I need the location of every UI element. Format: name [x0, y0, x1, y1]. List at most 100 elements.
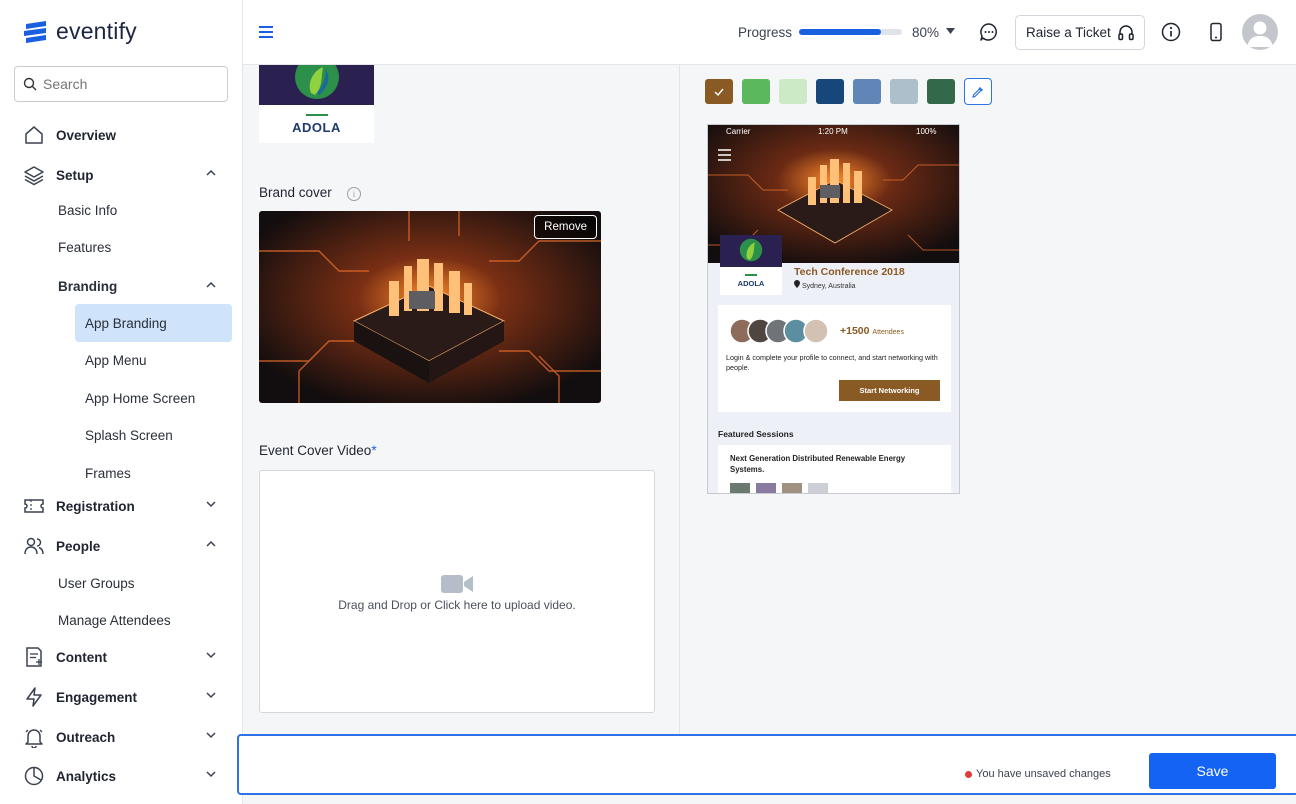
home-icon	[22, 123, 46, 147]
mobile-app-preview: Carrier 1:20 PM 100% ADOLA Tech Conferen…	[707, 124, 960, 494]
status-battery: 100%	[916, 127, 937, 136]
info-icon[interactable]	[1159, 20, 1183, 44]
color-swatch[interactable]	[890, 79, 918, 104]
save-button[interactable]: Save	[1149, 753, 1276, 789]
progress-bar	[799, 29, 902, 35]
app-logo[interactable]: eventify	[22, 18, 137, 45]
sidebar-item-setup[interactable]: Setup	[0, 158, 243, 192]
sidebar-item-app-home-screen[interactable]: App Home Screen	[0, 381, 243, 415]
mobile-preview-icon[interactable]	[1204, 20, 1228, 44]
progress-percent: 80%	[912, 25, 940, 40]
video-upload-dropzone[interactable]: Drag and Drop or Click here to upload vi…	[259, 470, 655, 713]
chevron-down-icon	[206, 771, 216, 778]
video-label-text: Event Cover Video	[259, 443, 372, 458]
hamburger-menu-icon[interactable]	[259, 24, 273, 40]
color-picker-button[interactable]	[964, 78, 992, 105]
preview-event-title: Tech Conference 2018	[794, 266, 905, 278]
sidebar-item-outreach[interactable]: Outreach	[0, 720, 243, 754]
eventify-logo-icon	[24, 20, 46, 43]
sidebar-item-analytics[interactable]: Analytics	[0, 759, 243, 793]
app-name: eventify	[56, 18, 137, 44]
preview-networking-card: +1500 Attendees Login & complete your pr…	[718, 305, 951, 412]
eyedropper-icon	[972, 86, 983, 98]
color-swatch[interactable]	[853, 79, 881, 104]
status-time: 1:20 PM	[818, 127, 848, 136]
sidebar-item-label: Frames	[85, 465, 131, 481]
document-add-icon	[22, 645, 46, 669]
sidebar-item-label: Basic Info	[58, 202, 118, 218]
sidebar-item-label: Manage Attendees	[58, 612, 171, 628]
check-icon	[714, 88, 724, 96]
sidebar-item-frames[interactable]: Frames	[0, 456, 243, 490]
preview-event-logo: ADOLA	[720, 235, 782, 295]
search-input[interactable]	[43, 76, 213, 92]
sidebar-item-people[interactable]: People	[0, 529, 243, 563]
leaf-logo-icon	[294, 65, 339, 99]
sidebar-item-user-groups[interactable]: User Groups	[0, 566, 243, 600]
user-silhouette-icon	[1247, 21, 1273, 47]
brand-cover-label: Brand cover	[259, 185, 332, 200]
sidebar-item-label: Content	[56, 649, 107, 665]
color-swatch[interactable]	[742, 79, 770, 104]
sidebar-item-content[interactable]: Content	[0, 640, 243, 674]
sidebar-item-label: App Home Screen	[85, 390, 196, 406]
sidebar-item-splash-screen[interactable]: Splash Screen	[0, 418, 243, 452]
sidebar-item-label: Splash Screen	[85, 427, 173, 443]
preview-panel: Carrier 1:20 PM 100% ADOLA Tech Conferen…	[680, 65, 1296, 735]
brand-logo-text: ADOLA	[292, 119, 341, 135]
search-icon	[23, 77, 37, 91]
chat-icon[interactable]	[977, 20, 1001, 44]
sidebar-item-basic-info[interactable]: Basic Info	[0, 193, 243, 227]
color-swatch[interactable]	[927, 79, 955, 104]
sidebar: eventify Overview Setup Basic Info Featu…	[0, 0, 243, 804]
sidebar-item-label: User Groups	[58, 575, 135, 591]
required-asterisk: *	[371, 443, 377, 458]
users-icon	[22, 534, 46, 558]
phone-status-bar: Carrier 1:20 PM 100%	[708, 127, 959, 137]
progress-label: Progress	[738, 25, 793, 40]
unsaved-dot-icon	[965, 770, 972, 778]
session-speaker-avatars	[730, 483, 828, 493]
sidebar-item-features[interactable]: Features	[0, 230, 243, 264]
ticket-icon	[22, 494, 46, 518]
location-pin-icon	[794, 280, 800, 288]
sidebar-item-manage-attendees[interactable]: Manage Attendees	[0, 603, 243, 637]
caret-down-icon[interactable]	[946, 28, 955, 34]
color-swatch-selected[interactable]	[705, 79, 733, 104]
search-box[interactable]	[14, 66, 228, 102]
sidebar-item-label: Setup	[56, 167, 94, 183]
featured-sessions-heading: Featured Sessions	[718, 429, 794, 439]
location-text: Sydney, Australia	[801, 283, 856, 290]
sidebar-item-label: Overview	[56, 127, 117, 143]
sidebar-item-app-branding[interactable]: App Branding	[0, 306, 243, 340]
sidebar-item-label: Registration	[56, 498, 135, 514]
sidebar-item-label: People	[56, 538, 101, 554]
event-cover-video-label: Event Cover Video*	[259, 443, 377, 458]
info-icon[interactable]: i	[347, 187, 361, 201]
color-swatch[interactable]	[779, 79, 807, 104]
chevron-down-icon	[206, 692, 216, 699]
attendee-count-word: Attendees	[872, 329, 904, 336]
sidebar-item-app-menu[interactable]: App Menu	[0, 343, 243, 377]
remove-cover-button[interactable]: Remove	[534, 215, 597, 239]
sidebar-item-overview[interactable]: Overview	[0, 118, 243, 152]
lightning-icon	[22, 685, 46, 709]
sidebar-item-label: Outreach	[56, 729, 116, 745]
raise-ticket-button[interactable]: Raise a Ticket	[1015, 15, 1145, 50]
pie-chart-icon	[22, 764, 46, 788]
circuit-chip-image	[259, 211, 601, 403]
start-networking-button: Start Networking	[839, 380, 940, 401]
unsaved-changes-indicator: You have unsaved changes	[965, 768, 1111, 780]
status-carrier: Carrier	[726, 127, 751, 136]
color-swatch[interactable]	[816, 79, 844, 104]
top-bar: Progress 80% Raise a Ticket	[243, 0, 1296, 65]
headset-icon	[1118, 24, 1134, 40]
unsaved-changes-text: You have unsaved changes	[976, 768, 1111, 780]
featured-session-card: Next Generation Distributed Renewable En…	[718, 445, 951, 493]
chevron-up-icon	[206, 281, 216, 288]
layers-icon	[22, 163, 46, 187]
user-avatar[interactable]	[1242, 14, 1278, 50]
sidebar-item-engagement[interactable]: Engagement	[0, 680, 243, 714]
sidebar-item-branding[interactable]: Branding	[0, 269, 243, 303]
sidebar-item-registration[interactable]: Registration	[0, 489, 243, 523]
